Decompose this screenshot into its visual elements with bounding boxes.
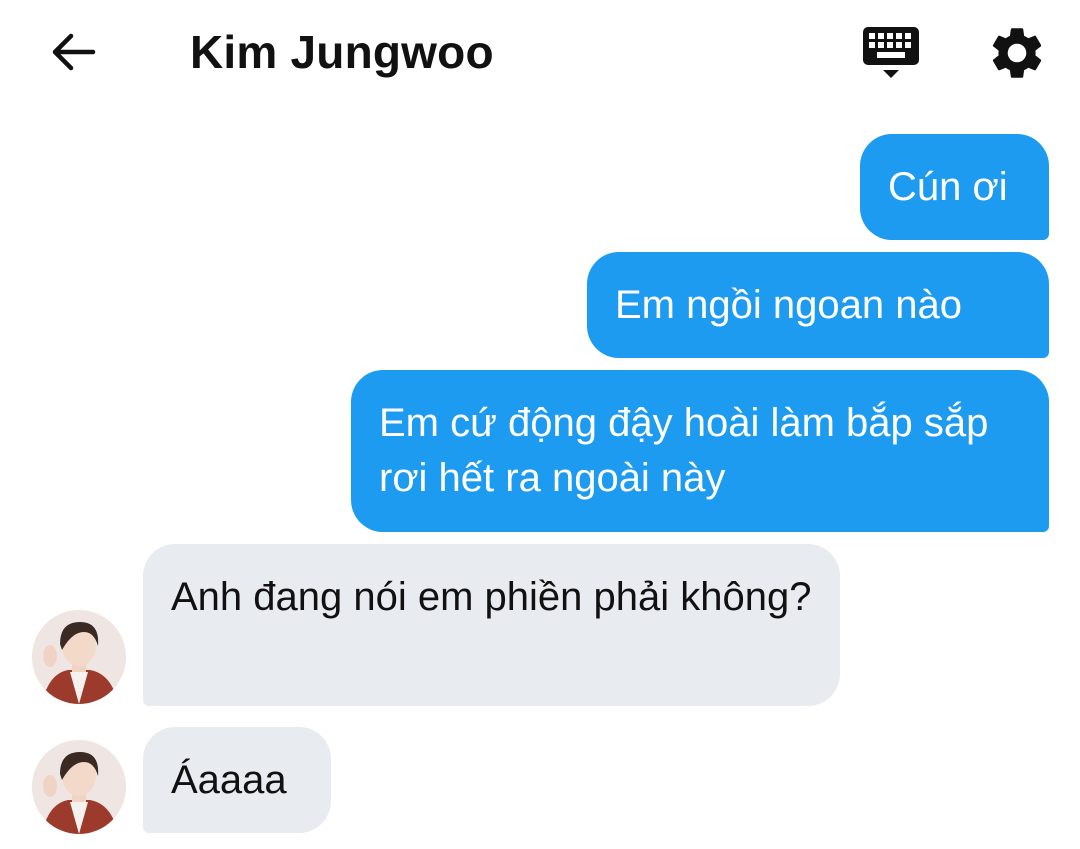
keyboard-button[interactable] — [860, 24, 922, 82]
page-title: Kim Jungwoo — [190, 26, 494, 78]
profile-photo-icon — [32, 740, 126, 834]
message-text: Áaaaa — [171, 758, 287, 802]
message-text: Em ngồi ngoan nào — [615, 283, 962, 327]
chat-screen: Kim Jungwoo Cún ơi Em ngồi ngoan nào Em … — [0, 0, 1080, 849]
message-bubble-sent[interactable]: Em ngồi ngoan nào — [587, 252, 1049, 358]
keyboard-icon — [863, 27, 919, 78]
message-bubble-received[interactable]: Anh đang nói em phiền phải không? — [143, 544, 840, 706]
message-text: Em cứ động đậy hoài làm bắp sắp rơi hết … — [379, 401, 989, 500]
message-bubble-received[interactable]: Áaaaa — [143, 727, 331, 833]
back-button[interactable] — [44, 22, 104, 82]
settings-button[interactable] — [986, 22, 1048, 84]
avatar[interactable] — [32, 610, 126, 704]
message-bubble-sent[interactable]: Cún ơi — [860, 134, 1049, 240]
message-text: Cún ơi — [888, 165, 1008, 209]
profile-photo-icon — [32, 610, 126, 704]
chat-header: Kim Jungwoo — [0, 0, 1080, 104]
gear-icon — [992, 28, 1042, 78]
message-bubble-sent[interactable]: Em cứ động đậy hoài làm bắp sắp rơi hết … — [351, 370, 1049, 532]
message-text: Anh đang nói em phiền phải không? — [171, 575, 812, 619]
avatar[interactable] — [32, 740, 126, 834]
arrow-left-icon — [52, 33, 96, 71]
